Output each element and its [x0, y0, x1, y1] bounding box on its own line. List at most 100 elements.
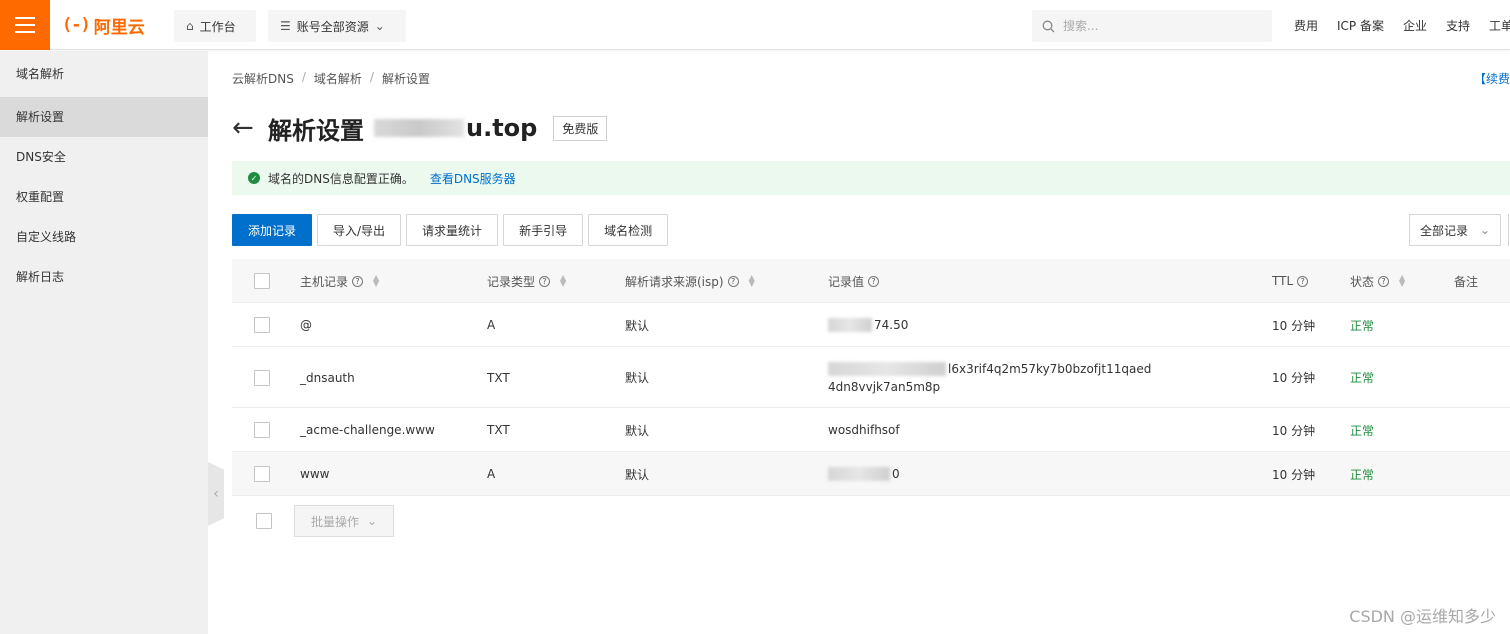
- workbench-button[interactable]: ⌂ 工作台: [174, 10, 256, 42]
- header-note-label: 备注: [1454, 274, 1479, 289]
- cell-status: 正常: [1350, 423, 1375, 438]
- redacted-value: [828, 362, 946, 376]
- batch-operations-label: 批量操作: [310, 514, 359, 529]
- breadcrumb-separator: /: [301, 70, 306, 84]
- guide-button[interactable]: 新手引导: [503, 214, 584, 246]
- cell-isp: 默认: [625, 371, 650, 385]
- cell-isp: 默认: [625, 318, 650, 333]
- renew-link[interactable]: 【续费: [1474, 70, 1510, 87]
- cell-host: www: [300, 467, 330, 481]
- sidebar-title: 域名解析: [16, 67, 65, 81]
- header-isp[interactable]: 解析请求来源(isp) ? ▲ ▼: [625, 273, 755, 290]
- header-note: 备注: [1454, 273, 1478, 290]
- cell-type: TXT: [487, 423, 510, 437]
- sort-icon[interactable]: ▲ ▼: [373, 274, 379, 288]
- search-box[interactable]: [1032, 10, 1272, 42]
- record-filter-select[interactable]: 全部记录 ⌄: [1409, 214, 1501, 246]
- row-checkbox[interactable]: [254, 422, 270, 438]
- cell-type: A: [487, 318, 496, 332]
- table-row[interactable]: www A 默认 0 10 分钟 正常: [232, 452, 1510, 496]
- breadcrumb-item-domain[interactable]: 域名解析: [314, 70, 362, 87]
- header-host-label: 主机记录: [300, 274, 349, 289]
- batch-select-checkbox[interactable]: [256, 513, 272, 529]
- chevron-down-icon: ⌄: [374, 19, 385, 33]
- top-link-ticket[interactable]: 工单: [1489, 17, 1510, 34]
- top-link-billing[interactable]: 费用: [1294, 17, 1318, 34]
- header-host[interactable]: 主机记录 ? ▲ ▼: [300, 273, 379, 290]
- chevron-left-icon: ‹: [213, 486, 219, 502]
- cell-value: 74.50: [828, 318, 908, 333]
- redacted-value: [828, 318, 872, 333]
- row-checkbox[interactable]: [254, 369, 270, 386]
- help-icon[interactable]: ?: [539, 275, 551, 287]
- view-dns-servers-link[interactable]: 查看DNS服务器: [430, 170, 516, 187]
- resources-dropdown[interactable]: ☰ 账号全部资源 ⌄: [268, 10, 406, 42]
- table-row[interactable]: _dnsauth TXT 默认 l6x3rif4q2m57ky7b0bzofjt…: [232, 347, 1510, 408]
- aliyun-logo[interactable]: (-) 阿里云: [62, 12, 145, 38]
- header-ttl-label: TTL: [1272, 274, 1294, 288]
- list-icon: ☰: [280, 19, 291, 33]
- top-link-enterprise[interactable]: 企业: [1403, 17, 1427, 34]
- batch-operations-button[interactable]: 批量操作 ⌄: [294, 505, 394, 537]
- top-link-support[interactable]: 支持: [1446, 17, 1470, 34]
- table-row[interactable]: _acme-challenge.www TXT 默认 wosdhifhsof 1…: [232, 408, 1510, 452]
- header-value-label: 记录值: [828, 274, 865, 289]
- breadcrumb: 云解析DNS / 域名解析 / 解析设置: [232, 70, 430, 87]
- search-input[interactable]: [1063, 19, 1253, 33]
- edition-badge: 免费版: [553, 115, 608, 141]
- select-all-checkbox[interactable]: [254, 273, 270, 289]
- page-header: ← 解析设置 u.top 免费版: [232, 108, 608, 148]
- sort-icon[interactable]: ▲ ▼: [1399, 274, 1405, 288]
- redacted-value: [828, 467, 890, 482]
- header-value: 记录值 ?: [828, 273, 880, 290]
- header-status-label: 状态: [1350, 274, 1375, 289]
- help-icon[interactable]: ?: [868, 275, 880, 287]
- table-row[interactable]: @ A 默认 74.50 10 分钟 正常: [232, 303, 1510, 347]
- search-icon: [1042, 20, 1055, 32]
- back-arrow-icon[interactable]: ←: [232, 113, 268, 143]
- check-circle-icon: ✓: [248, 172, 260, 184]
- domain-check-button[interactable]: 域名检测: [588, 214, 669, 246]
- cell-value-line2: 4dn8vvjk7an5m8p: [828, 379, 941, 394]
- sidebar-collapse-handle[interactable]: ‹: [208, 462, 224, 526]
- import-export-button[interactable]: 导入/导出: [317, 214, 402, 246]
- help-icon[interactable]: ?: [352, 275, 364, 287]
- sidebar-item-dns-security[interactable]: DNS安全: [0, 137, 208, 177]
- page-title-domain: u.top: [466, 114, 538, 142]
- resources-label: 账号全部资源: [296, 19, 369, 34]
- help-icon[interactable]: ?: [1297, 275, 1309, 287]
- row-checkbox[interactable]: [254, 317, 270, 333]
- table-header: 主机记录 ? ▲ ▼ 记录类型 ? ▲ ▼ 解析请求来源(isp) ? ▲ ▼ 记录值…: [232, 259, 1510, 303]
- help-icon[interactable]: ?: [727, 275, 739, 287]
- sidebar-item-weight-config[interactable]: 权重配置: [0, 177, 208, 217]
- workbench-label: 工作台: [199, 19, 236, 34]
- request-stats-button[interactable]: 请求量统计: [406, 214, 499, 246]
- cell-value: l6x3rif4q2m57ky7b0bzofjt11qaed 4dn8vvjk7…: [828, 360, 1151, 396]
- sidebar-item-dns-logs[interactable]: 解析日志: [0, 257, 208, 297]
- header-ttl: TTL ?: [1272, 274, 1309, 288]
- sort-icon[interactable]: ▲ ▼: [749, 274, 755, 288]
- cell-status: 正常: [1350, 467, 1375, 482]
- cell-host: @: [300, 318, 312, 332]
- add-record-button[interactable]: 添加记录: [232, 214, 312, 246]
- page-title: 解析设置: [268, 116, 364, 145]
- cell-host: _dnsauth: [300, 370, 355, 385]
- sidebar-item-dns-settings[interactable]: 解析设置: [0, 97, 208, 137]
- row-checkbox[interactable]: [254, 466, 270, 482]
- header-type[interactable]: 记录类型 ? ▲ ▼: [487, 273, 566, 290]
- chevron-down-icon: ⌄: [1479, 223, 1490, 237]
- help-icon[interactable]: ?: [1378, 275, 1390, 287]
- breadcrumb-item-dns[interactable]: 云解析DNS: [232, 70, 294, 87]
- cell-isp: 默认: [625, 423, 650, 438]
- cell-isp: 默认: [625, 467, 650, 482]
- top-link-icp[interactable]: ICP 备案: [1337, 17, 1384, 34]
- sort-icon[interactable]: ▲ ▼: [560, 274, 566, 288]
- sidebar-item-custom-lines[interactable]: 自定义线路: [0, 217, 208, 257]
- header-status[interactable]: 状态 ? ▲ ▼: [1350, 273, 1405, 290]
- sidebar: 域名解析 解析设置 DNS安全 权重配置 自定义线路 解析日志: [0, 51, 208, 634]
- toolbar: 添加记录 导入/导出 请求量统计 新手引导 域名检测: [232, 214, 669, 246]
- cell-type: A: [487, 467, 496, 481]
- cell-ttl: 10 分钟: [1272, 467, 1316, 482]
- cell-value-text: l6x3rif4q2m57ky7b0bzofjt11qaed: [948, 361, 1152, 376]
- menu-icon[interactable]: [0, 0, 50, 50]
